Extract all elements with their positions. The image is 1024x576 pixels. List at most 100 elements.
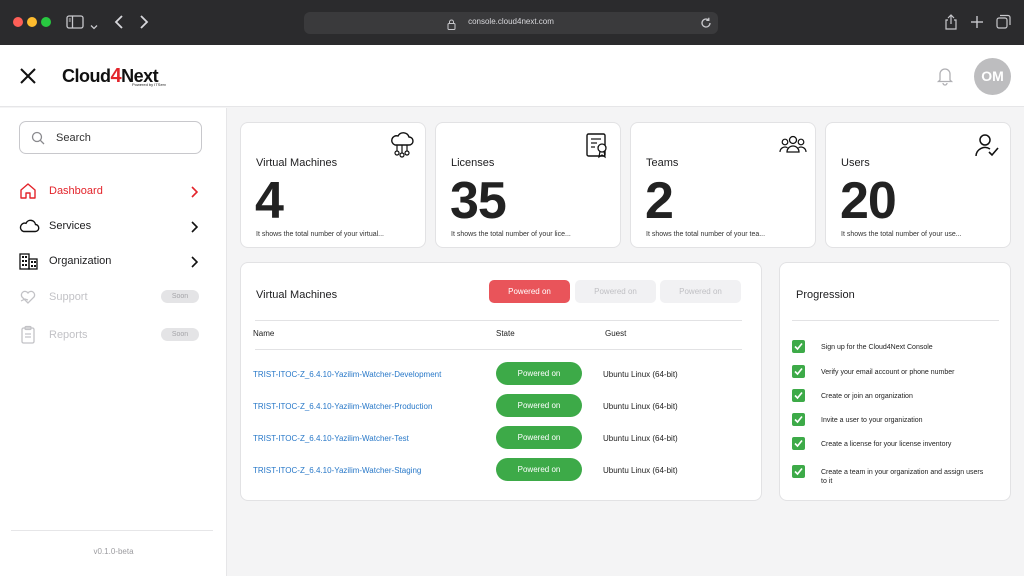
progression-title: Progression: [796, 289, 855, 301]
status-badge: Powered on: [496, 394, 582, 417]
chevron-right-icon: [190, 255, 199, 273]
stat-title: Users: [841, 157, 870, 169]
stat-value: 2: [645, 172, 674, 230]
search-input[interactable]: Search: [19, 121, 202, 154]
guest-os: Ubuntu Linux (64-bit): [603, 466, 678, 475]
progression-step-label: Create a license for your license invent…: [821, 441, 952, 448]
progression-divider: [792, 320, 999, 321]
soon-badge: Soon: [161, 328, 199, 341]
stat-card-teams[interactable]: Teams 2 It shows the total number of you…: [630, 122, 816, 248]
checkbox-checked-icon: [792, 389, 805, 402]
vm-name-link[interactable]: TRIST-ITOC-Z_6.4.10-Yazilim-Watcher-Deve…: [253, 370, 441, 379]
sidebar-item-label: Dashboard: [49, 185, 103, 197]
back-icon[interactable]: [114, 15, 124, 34]
url-text: console.cloud4next.com: [468, 17, 554, 26]
status-badge: Powered on: [496, 458, 582, 481]
sidebar-icon[interactable]: [66, 15, 84, 34]
sidebar: Search Dashboard Services Organization S…: [0, 108, 227, 576]
sidebar-item-services[interactable]: Services: [0, 212, 227, 240]
vm-panel: Virtual Machines Powered on Powered on P…: [240, 262, 762, 501]
sidebar-item-label: Organization: [49, 255, 112, 267]
clipboard-icon: [18, 325, 38, 345]
stat-title: Licenses: [451, 157, 495, 169]
certificate-icon: [583, 131, 611, 159]
window-zoom-button[interactable]: [41, 17, 51, 27]
guest-os: Ubuntu Linux (64-bit): [603, 370, 678, 379]
vm-name-link[interactable]: TRIST-ITOC-Z_6.4.10-Yazilim-Watcher-Stag…: [253, 466, 421, 475]
chevron-right-icon: [190, 185, 199, 203]
avatar[interactable]: OM: [974, 58, 1011, 95]
stat-description: It shows the total number of your use...: [841, 231, 962, 238]
close-icon[interactable]: [18, 66, 38, 86]
chevron-down-icon[interactable]: [90, 18, 98, 36]
progression-step-label: Invite a user to your organization: [821, 417, 923, 424]
stat-value: 35: [450, 172, 507, 230]
user-check-icon: [973, 131, 1001, 159]
search-icon: [31, 131, 45, 150]
stat-title: Teams: [646, 157, 679, 169]
column-header-guest: Guest: [605, 329, 627, 338]
checkbox-checked-icon: [792, 413, 805, 426]
stat-value: 20: [840, 172, 897, 230]
filter-button[interactable]: Powered on: [660, 280, 741, 303]
checkbox-checked-icon: [792, 365, 805, 378]
cloud-icon: [18, 216, 40, 236]
version-label: v0.1.0-beta: [93, 547, 134, 556]
logo[interactable]: Cloud4Next Powered by ITServ: [62, 65, 166, 89]
sidebar-item-reports: Reports Soon: [0, 321, 227, 349]
sidebar-divider: [11, 530, 213, 531]
logo-powered-by: Powered by ITServ: [132, 82, 167, 87]
cloud-network-icon: [388, 131, 416, 159]
sidebar-item-support: Support Soon: [0, 283, 227, 311]
progression-step-label: Create a team in your organization and a…: [821, 469, 984, 485]
soon-badge: Soon: [161, 290, 199, 303]
vm-panel-title: Virtual Machines: [256, 289, 338, 301]
progression-step-label: Create or join an organization: [821, 393, 913, 400]
sidebar-item-organization[interactable]: Organization: [0, 247, 227, 275]
window-close-button[interactable]: [13, 17, 23, 27]
address-bar[interactable]: console.cloud4next.com: [304, 12, 718, 34]
window-minimize-button[interactable]: [27, 17, 37, 27]
guest-os: Ubuntu Linux (64-bit): [603, 434, 678, 443]
sidebar-item-label: Reports: [49, 329, 88, 341]
team-icon: [778, 131, 807, 159]
vm-name-link[interactable]: TRIST-ITOC-Z_6.4.10-Yazilim-Watcher-Test: [253, 434, 409, 443]
app-header: Cloud4Next Powered by ITServ: [0, 45, 1024, 107]
sidebar-item-dashboard[interactable]: Dashboard: [0, 177, 227, 205]
home-icon: [18, 181, 38, 201]
column-header-state: State: [496, 329, 515, 338]
status-badge: Powered on: [496, 426, 582, 449]
forward-icon[interactable]: [139, 15, 149, 34]
status-badge: Powered on: [496, 362, 582, 385]
filter-button[interactable]: Powered on: [575, 280, 656, 303]
search-label: Search: [56, 132, 91, 144]
stat-title: Virtual Machines: [256, 157, 338, 169]
stat-description: It shows the total number of your lice..…: [451, 231, 571, 238]
column-header-name: Name: [253, 329, 275, 338]
chevron-right-icon: [190, 220, 199, 238]
progression-panel: Progression Sign up for the Cloud4Next C…: [779, 262, 1011, 501]
logo-prefix: Cloud: [62, 66, 111, 86]
checkbox-checked-icon: [792, 340, 805, 353]
stat-description: It shows the total number of your tea...: [646, 231, 766, 238]
logo-mark: 4: [110, 65, 122, 87]
reload-icon[interactable]: [700, 16, 712, 34]
vm-name-link[interactable]: TRIST-ITOC-Z_6.4.10-Yazilim-Watcher-Prod…: [253, 402, 432, 411]
tabs-icon[interactable]: [996, 14, 1011, 34]
checkbox-checked-icon: [792, 437, 805, 450]
filter-powered-on-button[interactable]: Powered on: [489, 280, 570, 303]
stat-card-licenses[interactable]: Licenses 35 It shows the total number of…: [435, 122, 621, 248]
sidebar-item-label: Services: [49, 220, 92, 232]
share-icon[interactable]: [944, 14, 958, 35]
stat-card-users[interactable]: Users 20 It shows the total number of yo…: [825, 122, 1011, 248]
buildings-icon: [18, 251, 38, 271]
bell-icon[interactable]: [936, 66, 954, 91]
stat-description: It shows the total number of your virtua…: [256, 231, 385, 238]
progression-step-label: Sign up for the Cloud4Next Console: [821, 344, 933, 351]
progression-step-label: Verify your email account or phone numbe…: [821, 369, 955, 376]
stat-value: 4: [255, 172, 284, 230]
stat-card-virtual-machines[interactable]: Virtual Machines 4 It shows the total nu…: [240, 122, 426, 248]
new-tab-icon[interactable]: [970, 15, 984, 34]
table-header-divider: [255, 349, 742, 350]
checkbox-checked-icon: [792, 465, 805, 478]
